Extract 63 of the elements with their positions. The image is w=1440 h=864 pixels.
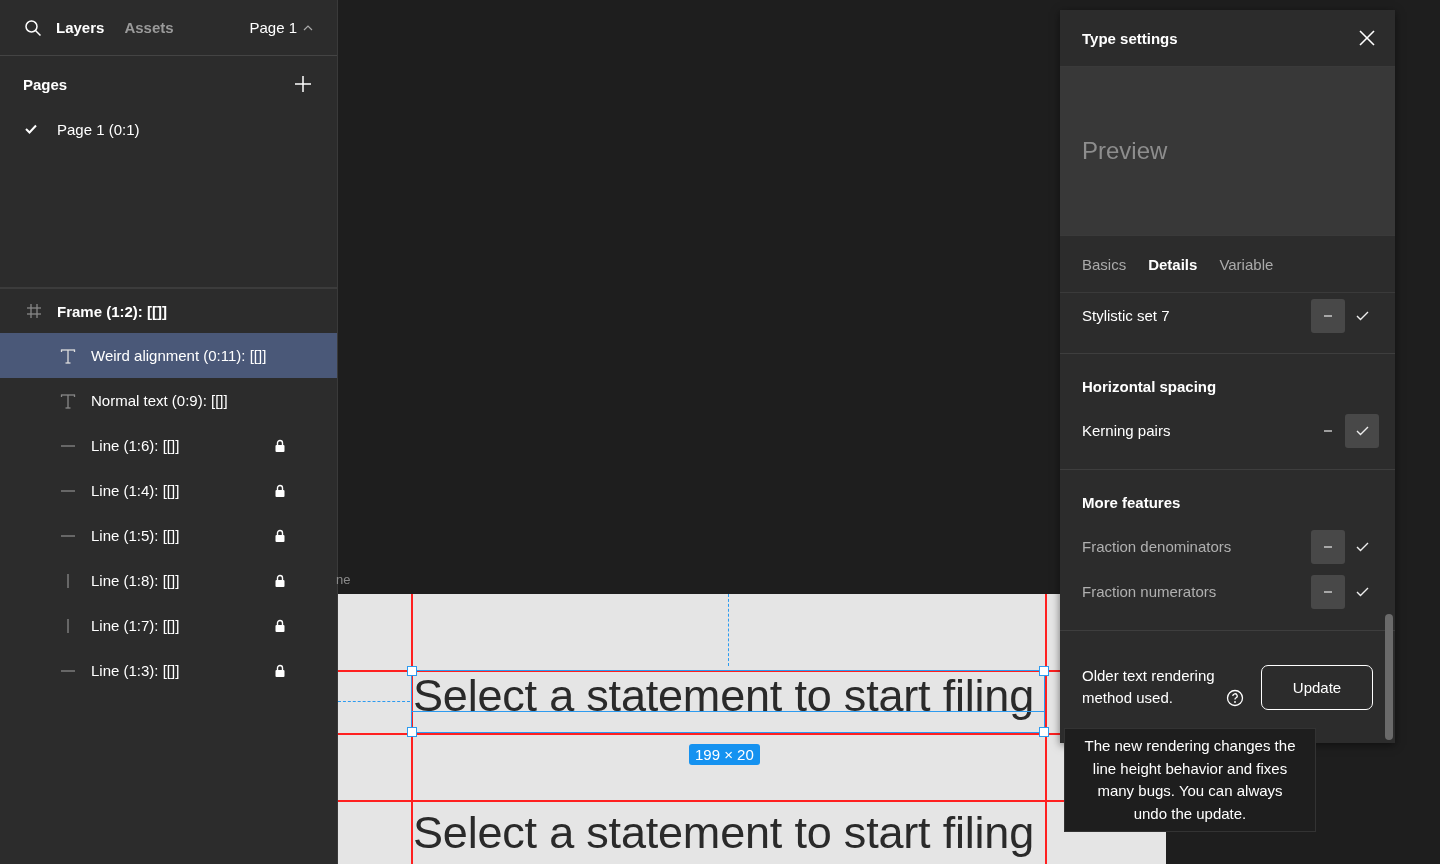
canvas-text[interactable]: Select a statement to start filing	[413, 807, 1034, 859]
scrollbar[interactable]	[1385, 614, 1393, 740]
on-option-button[interactable]	[1345, 413, 1379, 448]
section-title: More features	[1081, 493, 1182, 513]
resize-handle[interactable]	[407, 666, 417, 676]
line-icon	[67, 618, 69, 633]
settings-tab[interactable]: Variable	[1219, 255, 1274, 273]
check-icon	[1355, 310, 1369, 321]
check-icon	[1355, 586, 1369, 597]
layer-item[interactable]: Weird alignment (0:11): [[]]	[0, 333, 337, 378]
preview-text: Preview	[1082, 137, 1168, 165]
resize-handle[interactable]	[407, 727, 417, 737]
layer-item[interactable]: Normal text (0:9): [[]]	[0, 378, 337, 423]
resize-handle[interactable]	[1039, 727, 1049, 737]
settings-tab[interactable]: Basics	[1082, 255, 1127, 273]
spacing-guide	[338, 701, 410, 702]
chevron-up-icon	[303, 24, 313, 31]
minus-icon	[1324, 545, 1332, 548]
spacing-guide	[728, 594, 729, 666]
frame-label: ne	[336, 572, 351, 587]
minus-icon	[1324, 314, 1332, 317]
check-icon	[1355, 541, 1369, 552]
check-icon	[1355, 425, 1369, 436]
check-icon	[25, 124, 37, 134]
panel-title: Type settings	[1082, 29, 1178, 47]
layer-item[interactable]: Line (1:6): [[]]	[0, 423, 337, 468]
page-item[interactable]: Page 1 (0:1)	[0, 112, 337, 146]
line-icon	[61, 444, 75, 447]
text-icon	[60, 347, 76, 364]
close-icon	[1359, 30, 1375, 46]
feature-label: Fraction denominators	[1082, 538, 1233, 555]
line-icon	[61, 534, 75, 537]
update-button[interactable]: Update	[1261, 664, 1373, 710]
tooltip-text: The new rendering changes the line height behavior and fixes many bugs. You can always undo the update.	[1083, 736, 1297, 824]
text-icon	[60, 392, 76, 409]
layer-item[interactable]: Line (1:5): [[]]	[0, 513, 337, 558]
plus-icon	[294, 75, 312, 93]
layer-item[interactable]: Line (1:7): [[]]	[0, 603, 337, 648]
layer-item[interactable]: Line (1:8): [[]]	[0, 558, 337, 603]
sidebar-tab[interactable]: Layers	[56, 19, 105, 36]
feature-label: Kerning pairs	[1082, 422, 1172, 439]
search-icon	[24, 18, 42, 37]
feature-label: Stylistic set 7	[1082, 307, 1171, 324]
layer-item[interactable]: Line (1:4): [[]]	[0, 468, 337, 513]
layer-item[interactable]: Line (1:3): [[]]	[0, 648, 337, 693]
section-title: Horizontal spacing	[1081, 377, 1218, 397]
minus-icon	[1324, 590, 1332, 593]
line-icon	[67, 573, 69, 588]
line-icon	[61, 489, 75, 492]
line-icon	[61, 669, 75, 672]
notice-text: Older text rendering method used.	[1082, 666, 1216, 708]
size-badge: 199 × 20	[689, 744, 760, 765]
help-icon	[1226, 689, 1244, 707]
minus-icon	[1324, 429, 1332, 432]
section-title: Pages	[23, 75, 68, 93]
feature-label: Fraction numerators	[1082, 583, 1218, 600]
settings-tab[interactable]: Details	[1148, 255, 1198, 273]
resize-handle[interactable]	[1039, 666, 1049, 676]
sidebar-tab[interactable]: Assets	[124, 19, 174, 36]
canvas-text[interactable]: Select a statement to start filing	[413, 670, 1034, 722]
page-menu[interactable]: Page 1	[249, 19, 313, 36]
frame-icon	[26, 303, 42, 319]
layer-item[interactable]: Frame (1:2): [[]]	[0, 289, 337, 333]
